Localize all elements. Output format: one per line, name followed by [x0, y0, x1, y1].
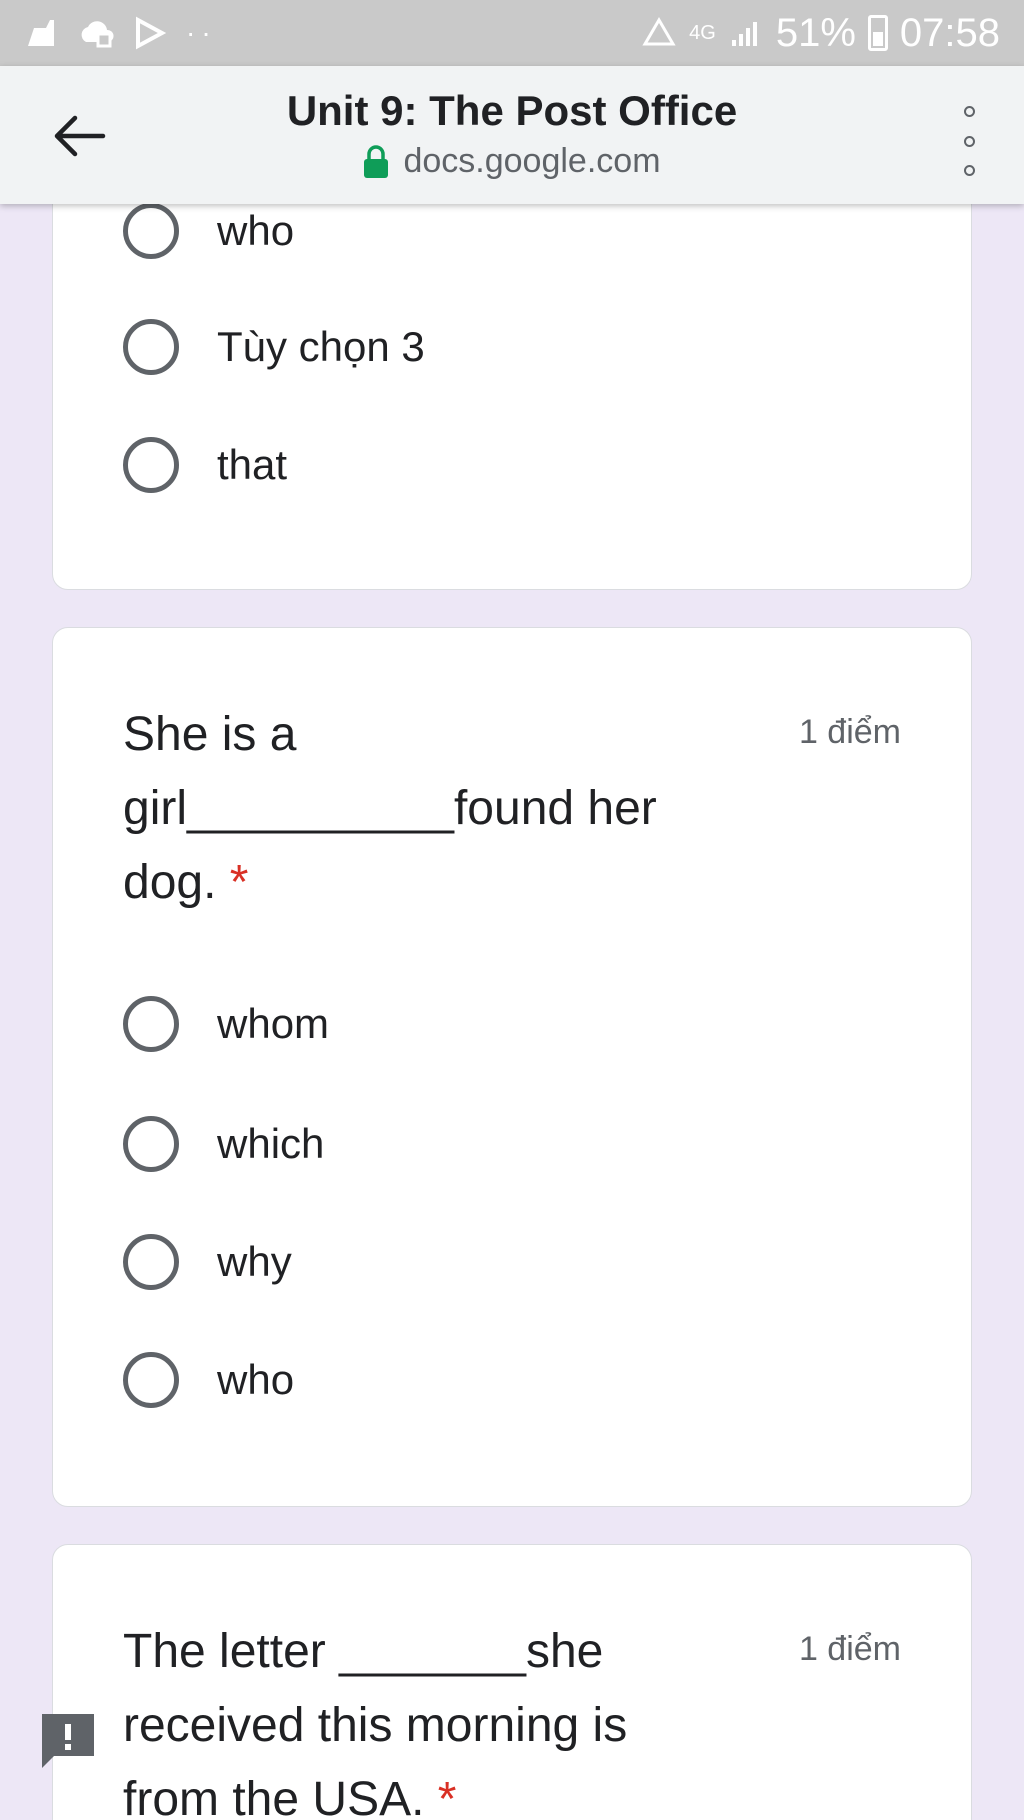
radio-button[interactable] — [123, 1352, 179, 1408]
required-marker: * — [229, 856, 249, 909]
more-options-button[interactable] — [954, 106, 984, 176]
option-label: why — [217, 1238, 292, 1285]
url-text: docs.google.com — [403, 142, 661, 180]
option-whom[interactable]: whom — [123, 996, 329, 1052]
browser-toolbar: Unit 9: The Post Office docs.google.com — [0, 66, 1024, 204]
radio-button[interactable] — [123, 996, 179, 1052]
radio-button[interactable] — [123, 203, 179, 259]
option-label: who — [217, 207, 295, 254]
option-label: that — [217, 441, 288, 488]
clock: 07:58 — [899, 10, 1000, 55]
points-label: 1 điểm — [798, 713, 901, 751]
option-that[interactable]: that — [123, 437, 287, 493]
option-which[interactable]: which — [123, 1116, 324, 1172]
page-title: Unit 9: The Post Office — [286, 87, 738, 134]
option-who[interactable]: who — [123, 203, 294, 259]
option-label: which — [217, 1120, 325, 1167]
url-row: docs.google.com — [150, 142, 874, 181]
menu-dot — [963, 106, 975, 117]
notification-app-icon — [28, 20, 54, 46]
question-card-1: who Tùy chọn 3 that — [52, 150, 972, 590]
option-label: Tùy chọn 3 — [217, 323, 425, 370]
more-notifications-icon: ·· — [186, 17, 217, 48]
option-tuy-chon-3[interactable]: Tùy chọn 3 — [123, 319, 425, 375]
required-marker: * — [437, 1773, 457, 1820]
menu-dot — [963, 135, 975, 147]
question-title: She is a girl__________found her dog. — [123, 708, 657, 909]
battery-icon — [867, 15, 888, 51]
radio-button[interactable] — [123, 1234, 179, 1290]
status-bar: ·· 4G 51% 07:58 — [0, 0, 1024, 66]
option-who[interactable]: who — [123, 1352, 294, 1408]
question-title: The letter _______she received this morn… — [123, 1625, 628, 1820]
back-button[interactable] — [44, 106, 114, 166]
radio-button[interactable] — [123, 1116, 179, 1172]
title-block: Unit 9: The Post Office docs.google.com — [150, 84, 874, 181]
option-label: who — [217, 1356, 295, 1403]
points-label: 1 điểm — [798, 1630, 901, 1668]
network-type: 4G — [689, 22, 716, 44]
report-feedback-icon[interactable] — [38, 1710, 98, 1770]
notification-icons: ·· — [24, 16, 217, 50]
menu-dot — [963, 165, 975, 176]
signal-icon — [731, 22, 757, 46]
option-why[interactable]: why — [123, 1234, 292, 1290]
arrow-back-icon — [54, 115, 106, 157]
data-saver-icon — [642, 17, 676, 46]
question-text: The letter _______she received this morn… — [123, 1615, 723, 1820]
battery-percentage: 51% — [775, 10, 856, 55]
question-card-2: She is a girl__________found her dog. * … — [52, 627, 972, 1507]
cloud-upload-icon — [81, 21, 114, 48]
play-store-icon — [136, 16, 167, 50]
lock-icon — [364, 144, 389, 178]
radio-button[interactable] — [123, 437, 179, 493]
option-label: whom — [217, 1000, 330, 1047]
system-icons: 4G 51% 07:58 — [641, 11, 1000, 56]
question-text: She is a girl__________found her dog. * — [123, 698, 683, 920]
question-card-3: The letter _______she received this morn… — [52, 1544, 972, 1820]
radio-button[interactable] — [123, 319, 179, 375]
